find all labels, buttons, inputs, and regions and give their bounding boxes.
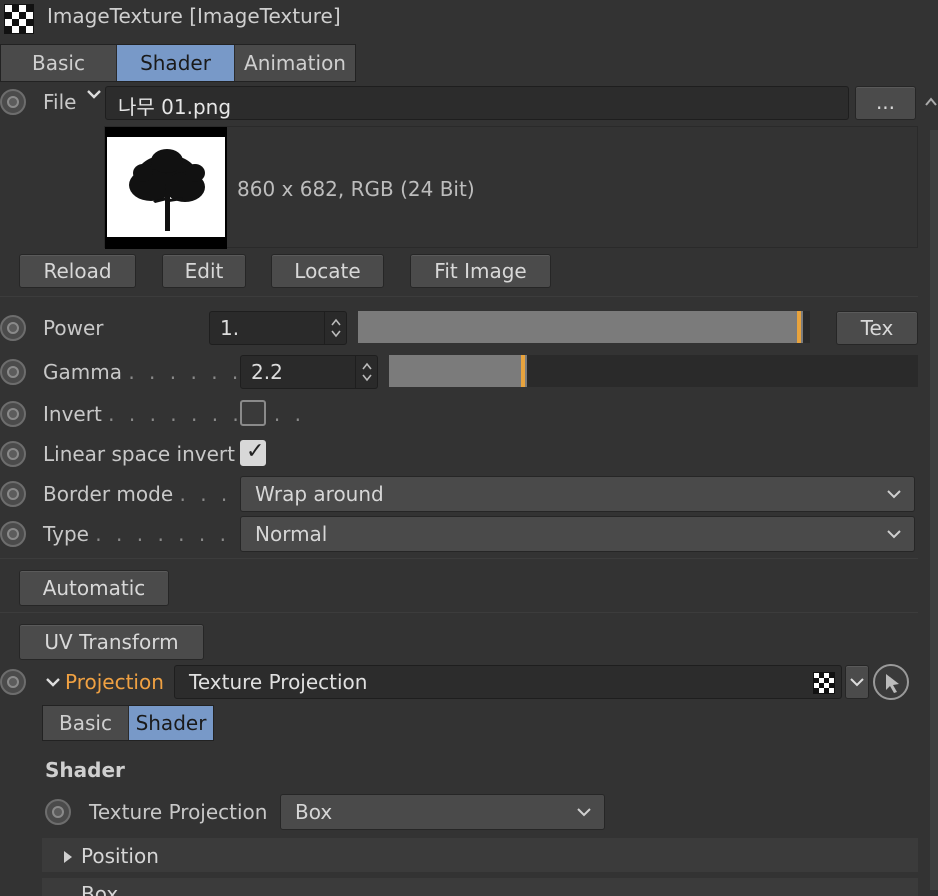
box-group[interactable]: Box — [42, 878, 918, 896]
texture-projection-label: Texture Projection — [89, 800, 268, 824]
scrollbar-track[interactable] — [930, 130, 938, 890]
divider — [0, 296, 918, 297]
power-stepper[interactable] — [324, 312, 346, 344]
texture-projection-select[interactable]: Box — [280, 794, 605, 830]
invert-checkbox[interactable] — [240, 400, 266, 426]
gamma-slider-fill — [389, 355, 527, 387]
border-mode-keyframe-radio[interactable] — [0, 481, 26, 507]
type-select[interactable]: Normal — [240, 516, 915, 552]
projection-value: Texture Projection — [189, 670, 368, 694]
type-label-text: Type — [43, 522, 89, 546]
projection-tabs: Basic Shader — [42, 705, 214, 741]
type-value: Normal — [255, 522, 328, 546]
projection-link-field[interactable]: Texture Projection — [174, 665, 842, 699]
image-preview-area: 860 x 682, RGB (24 Bit) — [104, 126, 918, 249]
browse-button[interactable]: ... — [855, 86, 916, 120]
gamma-value: 2.2 — [251, 360, 283, 384]
scroll-up-icon[interactable] — [924, 90, 938, 110]
fit-image-button[interactable]: Fit Image — [410, 254, 551, 288]
border-mode-value: Wrap around — [255, 482, 384, 506]
gamma-label-text: Gamma — [43, 360, 122, 384]
projection-tab-shader[interactable]: Shader — [129, 706, 213, 740]
file-path-field[interactable]: 나무 01.png — [105, 86, 849, 120]
gamma-slider[interactable] — [389, 355, 918, 387]
linear-space-invert-keyframe-radio[interactable] — [0, 441, 26, 467]
gamma-stepper[interactable] — [355, 356, 377, 388]
file-label: File — [43, 90, 77, 114]
power-input[interactable]: 1. — [209, 311, 347, 345]
automatic-button[interactable]: Automatic — [19, 570, 169, 606]
projection-label: Projection — [65, 670, 164, 694]
gamma-label: Gamma . . . . . . . — [43, 360, 263, 384]
texture-projection-keyframe-radio[interactable] — [45, 799, 71, 825]
border-mode-label-text: Border mode — [43, 482, 174, 506]
tab-shader[interactable]: Shader — [117, 45, 235, 81]
divider — [0, 612, 918, 613]
invert-label-dots: . . . . . . . . . . — [108, 402, 305, 426]
projection-tab-basic[interactable]: Basic — [43, 706, 129, 740]
pick-object-icon[interactable] — [873, 664, 909, 700]
tex-button[interactable]: Tex — [836, 311, 918, 345]
power-value: 1. — [220, 316, 240, 340]
file-path-value: 나무 01.png — [118, 95, 232, 119]
power-slider[interactable] — [358, 311, 810, 343]
triangle-right-icon — [62, 846, 74, 870]
position-group-label: Position — [81, 844, 159, 868]
projection-chevron-icon[interactable] — [44, 672, 62, 696]
box-group-label: Box — [81, 882, 119, 896]
chevron-down-icon[interactable] — [86, 86, 102, 107]
position-group[interactable]: Position — [42, 838, 918, 872]
panel-title: ImageTexture [ImageTexture] — [47, 4, 341, 28]
projection-keyframe-radio[interactable] — [0, 669, 26, 695]
chevron-down-icon — [886, 479, 902, 515]
tab-animation[interactable]: Animation — [235, 45, 355, 81]
triangle-down-icon — [62, 888, 78, 896]
power-label: Power — [43, 316, 104, 340]
linear-space-invert-checkbox[interactable]: ✓ — [240, 439, 266, 466]
image-info: 860 x 682, RGB (24 Bit) — [237, 177, 475, 201]
power-slider-handle[interactable] — [797, 311, 801, 343]
power-keyframe-radio[interactable] — [0, 315, 26, 341]
gamma-keyframe-radio[interactable] — [0, 359, 26, 385]
linear-space-invert-label: Linear space invert — [43, 442, 235, 466]
image-texture-icon — [4, 4, 34, 34]
texture-preview-icon — [813, 672, 835, 694]
invert-label-text: Invert — [43, 402, 102, 426]
file-keyframe-radio[interactable] — [0, 89, 26, 115]
border-mode-label: Border mode . . . . — [43, 482, 252, 506]
gamma-slider-handle[interactable] — [521, 355, 525, 387]
texture-projection-value: Box — [295, 800, 333, 824]
checkmark-icon: ✓ — [246, 439, 265, 464]
invert-keyframe-radio[interactable] — [0, 401, 26, 427]
chevron-down-icon — [886, 519, 902, 555]
tree-image — [129, 149, 205, 231]
edit-button[interactable]: Edit — [162, 254, 246, 288]
type-keyframe-radio[interactable] — [0, 521, 26, 547]
border-mode-select[interactable]: Wrap around — [240, 476, 915, 512]
image-thumbnail — [105, 127, 227, 249]
tab-basic[interactable]: Basic — [1, 45, 117, 81]
gamma-input[interactable]: 2.2 — [240, 355, 378, 389]
projection-dropdown-button[interactable] — [845, 665, 869, 699]
power-slider-fill — [358, 311, 803, 343]
reload-button[interactable]: Reload — [19, 254, 136, 288]
divider — [0, 558, 918, 559]
chevron-down-icon — [576, 797, 592, 833]
shader-section-title: Shader — [45, 758, 125, 782]
main-tabs: Basic Shader Animation — [0, 44, 356, 82]
locate-button[interactable]: Locate — [271, 254, 384, 288]
uv-transform-button[interactable]: UV Transform — [19, 624, 204, 660]
